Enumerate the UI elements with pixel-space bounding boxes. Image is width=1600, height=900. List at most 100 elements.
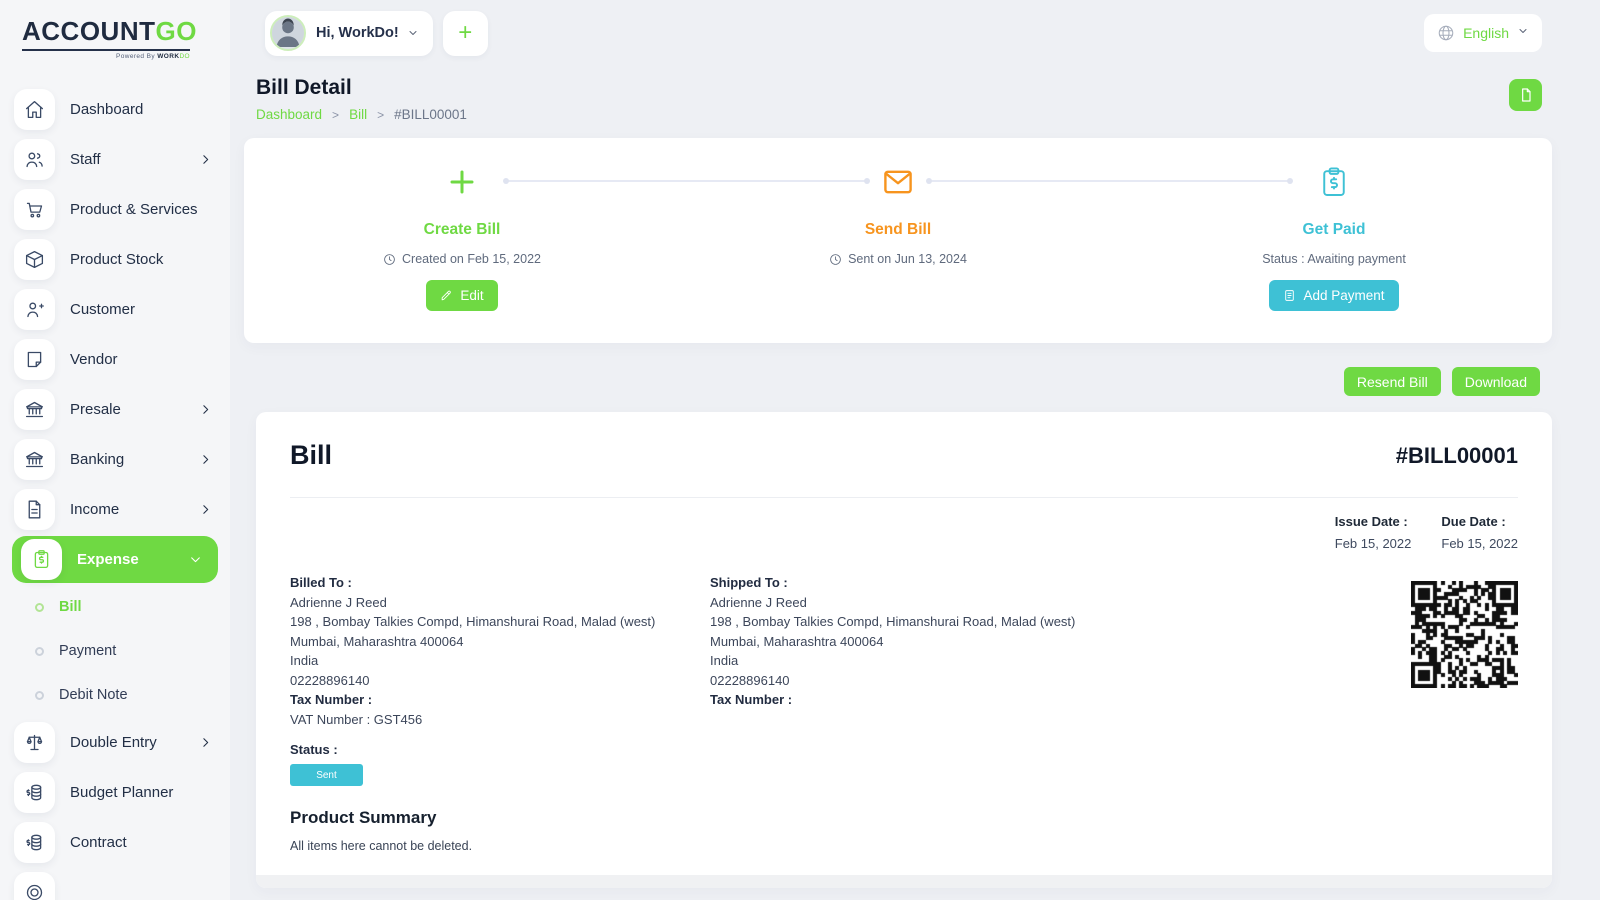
globe-icon xyxy=(1437,24,1455,42)
envelope-icon xyxy=(680,166,1116,198)
sidebar-item-customer[interactable]: Customer xyxy=(0,284,230,334)
goal-icon xyxy=(14,872,55,900)
clock-icon xyxy=(383,253,396,266)
bill-qr-code xyxy=(1411,581,1518,688)
product-summary-note: All items here cannot be deleted. xyxy=(290,839,1518,853)
step-meta: Status : Awaiting payment xyxy=(1116,252,1552,266)
breadcrumb-current: #BILL00001 xyxy=(394,107,467,122)
bill-workflow-card: Create Bill Created on Feb 15, 2022 Edit… xyxy=(244,138,1552,343)
chevron-right-icon xyxy=(199,153,212,166)
logo-text: ACCOUNTGO xyxy=(22,16,210,47)
step-title: Create Bill xyxy=(244,221,680,239)
issue-date-block: Issue Date : Feb 15, 2022 xyxy=(1335,514,1412,551)
chevron-right-icon xyxy=(199,736,212,749)
users-icon xyxy=(14,139,55,180)
cube-icon xyxy=(14,239,55,280)
language-label: English xyxy=(1463,25,1509,41)
product-table-header: Price xyxy=(256,875,1552,888)
status-label: Status : xyxy=(290,742,1518,757)
resend-bill-button[interactable]: Resend Bill xyxy=(1344,367,1441,396)
print-bill-button[interactable] xyxy=(1509,79,1542,111)
user-plus-icon xyxy=(14,289,55,330)
step-title: Send Bill xyxy=(680,221,1116,239)
chevron-down-icon xyxy=(407,27,419,39)
price-column-header: Price xyxy=(1428,888,1460,889)
breadcrumb-separator: > xyxy=(332,108,339,122)
sidebar-subitem-bill[interactable]: Bill xyxy=(0,585,230,629)
sidebar-subitem-payment[interactable]: Payment xyxy=(0,629,230,673)
coins-dollar-icon xyxy=(14,822,55,863)
sidebar-item-contract[interactable]: Contract xyxy=(0,817,230,867)
sidebar-item-partial[interactable] xyxy=(0,867,230,900)
breadcrumb: Dashboard > Bill > #BILL00001 xyxy=(256,107,1552,122)
bill-addresses: Billed To : Adrienne J Reed 198 , Bombay… xyxy=(290,573,1518,729)
sidebar-subitem-debit-note[interactable]: Debit Note xyxy=(0,673,230,717)
sidebar-item-budget-planner[interactable]: Budget Planner xyxy=(0,767,230,817)
note-icon xyxy=(14,339,55,380)
chevron-down-icon xyxy=(1517,24,1529,42)
app-logo[interactable]: ACCOUNTGO Powered By WORKDO xyxy=(0,0,230,66)
avatar xyxy=(270,15,306,51)
coins-dollar-icon xyxy=(14,772,55,813)
chevron-right-icon xyxy=(199,403,212,416)
bullet-icon xyxy=(35,603,44,612)
bank-icon xyxy=(14,389,55,430)
shipped-to-block: Shipped To : Adrienne J Reed 198 , Bomba… xyxy=(710,573,1130,729)
product-summary-title: Product Summary xyxy=(290,808,1518,828)
download-bill-button[interactable]: Download xyxy=(1452,367,1540,396)
cart-icon xyxy=(14,189,55,230)
bill-status-block: Status : Sent xyxy=(290,742,1518,786)
expense-clipboard-icon xyxy=(21,539,62,580)
bullet-icon xyxy=(35,647,44,656)
greeting-text: Hi, WorkDo! xyxy=(316,25,399,41)
sidebar-item-staff[interactable]: Staff xyxy=(0,134,230,184)
page-title: Bill Detail xyxy=(256,76,1552,100)
bill-number: #BILL00001 xyxy=(1396,443,1518,469)
step-get-paid: Get Paid Status : Awaiting payment Add P… xyxy=(1116,138,1552,343)
clock-icon xyxy=(829,253,842,266)
chevron-down-icon xyxy=(189,553,202,566)
due-date-label: Due Date : xyxy=(1441,514,1518,529)
scale-icon xyxy=(14,722,55,763)
add-payment-button[interactable]: Add Payment xyxy=(1269,280,1398,311)
divider xyxy=(290,497,1518,498)
bill-dates: Issue Date : Feb 15, 2022 Due Date : Feb… xyxy=(290,514,1518,551)
qr-code-wrap xyxy=(1411,573,1518,729)
sidebar-item-double-entry[interactable]: Double Entry xyxy=(0,717,230,767)
sidebar: ACCOUNTGO Powered By WORKDO Dashboard St… xyxy=(0,0,230,900)
step-meta: Created on Feb 15, 2022 xyxy=(244,252,680,266)
sidebar-item-product-services[interactable]: Product & Services xyxy=(0,184,230,234)
breadcrumb-dashboard-link[interactable]: Dashboard xyxy=(256,107,322,122)
page-header: Bill Detail Dashboard > Bill > #BILL0000… xyxy=(244,76,1552,122)
issue-date-value: Feb 15, 2022 xyxy=(1335,536,1412,551)
breadcrumb-bill-link[interactable]: Bill xyxy=(349,107,367,122)
billed-to-block: Billed To : Adrienne J Reed 198 , Bombay… xyxy=(290,573,710,729)
status-badge: Sent xyxy=(290,764,363,786)
add-workspace-button[interactable]: + xyxy=(443,11,488,56)
sidebar-menu: Dashboard Staff Product & Services Produ… xyxy=(0,84,230,900)
profile-menu[interactable]: Hi, WorkDo! xyxy=(265,11,433,56)
chevron-right-icon xyxy=(199,503,212,516)
edit-bill-button[interactable]: Edit xyxy=(426,280,497,311)
chevron-right-icon xyxy=(199,453,212,466)
powered-by-text: Powered By WORKDO xyxy=(22,53,190,60)
file-text-icon xyxy=(14,489,55,530)
issue-date-label: Issue Date : xyxy=(1335,514,1412,529)
topbar: Hi, WorkDo! + English xyxy=(244,10,1552,56)
sidebar-item-vendor[interactable]: Vendor xyxy=(0,334,230,384)
sidebar-item-income[interactable]: Income xyxy=(0,484,230,534)
bill-card-header: Bill #BILL00001 xyxy=(290,440,1518,471)
logo-underline xyxy=(22,49,190,51)
bill-actions-row: Resend Bill Download xyxy=(244,367,1552,396)
bill-detail-card: Bill #BILL00001 Issue Date : Feb 15, 202… xyxy=(256,412,1552,888)
sidebar-item-expense[interactable]: Expense xyxy=(12,536,218,583)
language-selector[interactable]: English xyxy=(1424,14,1542,52)
step-send-bill: Send Bill Sent on Jun 13, 2024 xyxy=(680,138,1116,343)
bill-heading: Bill xyxy=(290,440,332,471)
sidebar-item-banking[interactable]: Banking xyxy=(0,434,230,484)
step-title: Get Paid xyxy=(1116,221,1552,239)
sidebar-item-presale[interactable]: Presale xyxy=(0,384,230,434)
step-create-bill: Create Bill Created on Feb 15, 2022 Edit xyxy=(244,138,680,343)
sidebar-item-product-stock[interactable]: Product Stock xyxy=(0,234,230,284)
sidebar-item-dashboard[interactable]: Dashboard xyxy=(0,84,230,134)
